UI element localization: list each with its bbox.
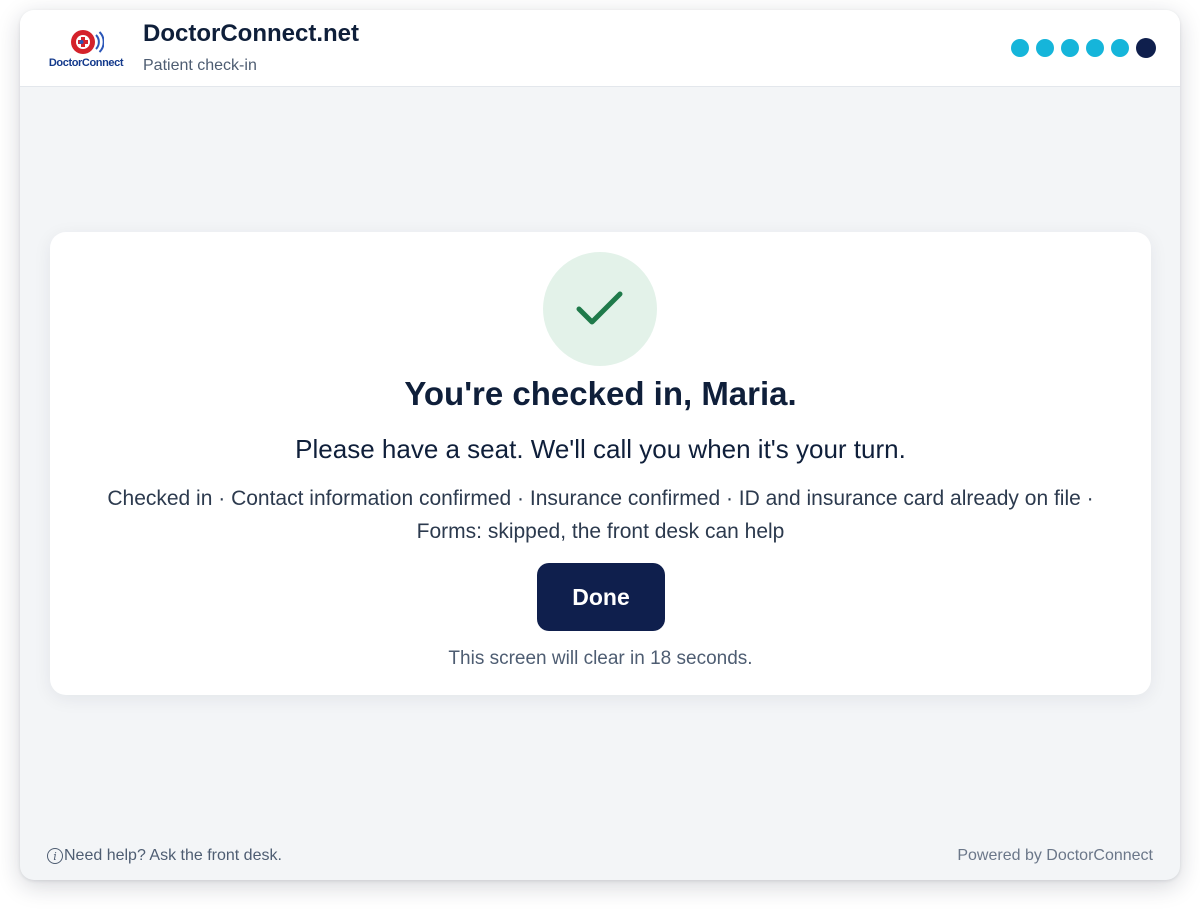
help-hint: i Need help? Ask the front desk. [47,847,282,865]
checkin-summary: Checked in · Contact information confirm… [107,487,1094,543]
progress-step-complete [1111,39,1129,57]
auto-clear-countdown: This screen will clear in 18 seconds. [448,648,753,669]
checkmark-icon [576,291,623,325]
app-header: DoctorConnect DoctorConnect.net Patient … [20,10,1180,87]
progress-step-complete [1086,39,1104,57]
confirmation-subline: Please have a seat. We'll call you when … [295,434,906,464]
brand-title: DoctorConnect.net [143,20,359,47]
progress-step-complete [1036,39,1054,57]
powered-by: Powered by DoctorConnect [957,847,1153,864]
confirmation-headline: You're checked in, Maria. [404,375,797,412]
progress-step-current [1136,38,1156,58]
success-badge [543,252,657,366]
progress-step-complete [1011,39,1029,57]
kiosk-window: DoctorConnect DoctorConnect.net Patient … [20,10,1180,880]
progress-steps [1011,38,1156,58]
info-icon: i [47,848,63,864]
logo-wordmark: DoctorConnect [48,57,124,69]
page-subtitle: Patient check-in [143,57,257,74]
confirmation-card: You're checked in, Maria. Please have a … [50,232,1151,695]
progress-step-complete [1061,39,1079,57]
brand-logo: DoctorConnect [47,27,125,73]
logo-mark-icon [71,30,104,54]
help-text: Need help? Ask the front desk. [64,847,282,864]
done-button[interactable]: Done [537,563,665,631]
